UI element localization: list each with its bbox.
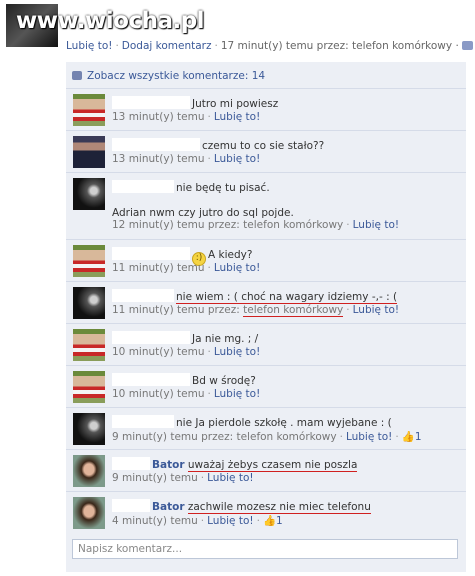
redacted-name xyxy=(112,180,174,193)
comment-text: nie będę tu pisać. xyxy=(176,182,270,194)
comment-via: telefon komórkowy xyxy=(236,431,337,443)
comment-time: 12 minut(y) temu przez: xyxy=(112,219,240,231)
like-comment-link[interactable]: Lubię to! xyxy=(207,515,253,527)
comment-item: Ja nie mg. ; / 10 minut(y) temu · Lubię to… xyxy=(66,323,466,365)
comment-item: :) A kiedy? 11 minut(y) temu · Lubię to! xyxy=(66,239,466,281)
like-comment-link[interactable]: Lubię to! xyxy=(214,388,260,400)
comment-icon xyxy=(461,41,473,50)
redacted-name xyxy=(112,96,190,109)
watermark: www.wiocha.pl xyxy=(16,8,205,34)
comment-item: nie wiem : ( choć na wagary idziemy -,- … xyxy=(66,281,466,323)
like-comment-link[interactable]: Lubię to! xyxy=(353,304,399,316)
redacted-name xyxy=(112,499,150,512)
comment-time: 4 minut(y) temu xyxy=(112,515,198,527)
commenter-avatar[interactable] xyxy=(73,287,105,319)
comment-text: zachwile mozesz nie miec telefonu xyxy=(187,501,371,514)
like-comment-link[interactable]: Lubię to! xyxy=(214,346,260,358)
comment-text: nie Ja pierdole szkołę . mam wyjebane : … xyxy=(176,417,392,429)
like-post-link[interactable]: Lubię to! xyxy=(66,40,112,52)
redacted-name xyxy=(112,457,150,470)
comment-time: 10 minut(y) temu xyxy=(112,388,205,400)
commenter-avatar[interactable] xyxy=(73,329,105,361)
like-comment-link[interactable]: Lubię to! xyxy=(214,153,260,165)
like-comment-link[interactable]: Lubię to! xyxy=(214,262,260,274)
redacted-name xyxy=(112,289,174,302)
redacted-name xyxy=(112,247,190,260)
commenter-avatar[interactable] xyxy=(73,455,105,487)
add-comment-link[interactable]: Dodaj komentarz xyxy=(122,40,212,52)
commenter-avatar[interactable] xyxy=(73,245,105,277)
comment-item: Bd w środę? 10 minut(y) temu · Lubię to! xyxy=(66,365,466,407)
comments-panel: Zobacz wszystkie komentarze: 14 Jutro mi… xyxy=(66,62,466,572)
see-all-comments-link[interactable]: Zobacz wszystkie komentarze: 14 xyxy=(72,67,265,85)
commenter-avatar[interactable] xyxy=(73,94,105,126)
comment-author[interactable]: Bator xyxy=(152,459,185,471)
post-meta-bar: Lubię to! · Dodaj komentarz · 17 minut(y) te… xyxy=(66,40,473,52)
comment-bubble-icon xyxy=(72,71,82,80)
comment-time: 10 minut(y) temu xyxy=(112,346,205,358)
comment-text: nie wiem : ( choć na wagary idziemy -,- … xyxy=(176,291,398,304)
redacted-name xyxy=(112,373,190,386)
redacted-name xyxy=(112,415,174,428)
comment-text: Jutro mi powiesz xyxy=(192,98,279,110)
comment-text: Ja nie mg. ; / xyxy=(192,333,259,345)
comment-item: nie będę tu pisać. Adrian nwm czy jutro d… xyxy=(66,172,466,239)
like-comment-link[interactable]: Lubię to! xyxy=(207,472,253,484)
comment-time: 9 minut(y) temu xyxy=(112,472,198,484)
comment-text: uważaj żebys czasem nie poszla xyxy=(187,459,358,472)
commenter-avatar[interactable] xyxy=(73,497,105,529)
like-comment-link[interactable]: Lubię to! xyxy=(214,111,260,123)
comment-time: 11 minut(y) temu przez: xyxy=(112,304,240,316)
comment-via: telefon komórkowy xyxy=(243,219,344,231)
new-comment-input[interactable]: Napisz komentarz... xyxy=(72,539,458,559)
likes-count[interactable]: 1 xyxy=(276,515,283,527)
comment-time: 11 minut(y) temu xyxy=(112,262,205,274)
comment-via: telefon komórkowy xyxy=(243,304,344,317)
comment-time: 13 minut(y) temu xyxy=(112,111,205,123)
comment-text: czemu to co sie stało?? xyxy=(202,140,325,152)
comment-text: Bd w środę? xyxy=(192,375,256,387)
comment-item: nie Ja pierdole szkołę . mam wyjebane : … xyxy=(66,407,466,449)
comment-author[interactable]: Bator xyxy=(152,501,185,513)
comment-item: Bator uważaj żebys czasem nie poszla 9 m… xyxy=(66,449,466,491)
comment-text: A kiedy? xyxy=(208,249,253,261)
comment-item: czemu to co sie stało?? 13 minut(y) temu… xyxy=(66,130,466,172)
like-comment-link[interactable]: Lubię to! xyxy=(353,219,399,231)
like-comment-link[interactable]: Lubię to! xyxy=(346,431,392,443)
redacted-name xyxy=(112,331,190,344)
post-time: 17 minut(y) temu przez: telefon komórkow… xyxy=(220,40,459,52)
commenter-avatar[interactable] xyxy=(73,371,105,403)
commenter-avatar[interactable] xyxy=(73,136,105,168)
commenter-avatar[interactable] xyxy=(73,178,105,210)
comment-time: 13 minut(y) temu xyxy=(112,153,205,165)
comment-item: Jutro mi powiesz 13 minut(y) temu · Lubię … xyxy=(66,88,466,130)
comment-item: Bator zachwile mozesz nie miec telefonu … xyxy=(66,491,466,534)
redacted-name xyxy=(112,138,200,151)
thumbs-up-icon[interactable]: 👍 xyxy=(263,515,276,527)
commenter-avatar[interactable] xyxy=(73,413,105,445)
likes-count[interactable]: 1 xyxy=(415,431,422,443)
thumbs-up-icon[interactable]: 👍 xyxy=(402,431,415,443)
comment-time: 9 minut(y) temu przez: xyxy=(112,431,234,443)
